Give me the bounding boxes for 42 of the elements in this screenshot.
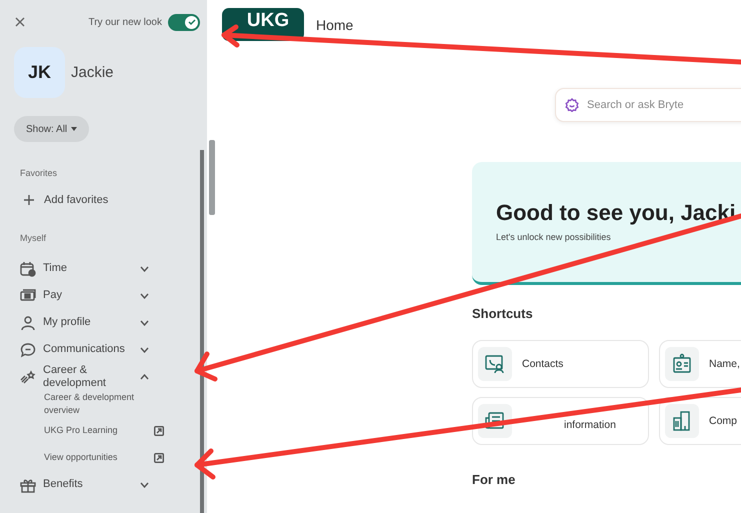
caret-icon (71, 127, 78, 131)
close-icon[interactable] (15, 17, 25, 27)
scrollbar-thumb[interactable] (209, 140, 215, 215)
section-heading: Myself (20, 233, 48, 243)
welcome-subtitle: Let's unlock new possibilities (496, 232, 612, 242)
chat-bubble-icon (20, 342, 36, 358)
cash-icon (20, 288, 36, 304)
nav-item[interactable]: Career & development (14, 363, 182, 390)
scrollbar-thumb[interactable] (200, 150, 204, 513)
add-favorites-link[interactable]: Add favorites (24, 194, 108, 206)
id-badge-icon (671, 353, 693, 375)
toggle-label: Try our new look (88, 16, 162, 28)
nav-item[interactable]: My profile (14, 309, 182, 336)
avatar: JK (14, 47, 65, 98)
section-heading: Favorites (20, 168, 58, 178)
page-title: Home (316, 16, 354, 32)
plus-icon (24, 195, 34, 205)
filter-button[interactable]: Show: All (14, 116, 90, 142)
user-name: Jackie (71, 64, 114, 81)
submenu-item[interactable]: Career & development overview (14, 390, 190, 417)
person-icon (20, 314, 36, 330)
nav-item[interactable]: Time (14, 255, 182, 282)
shortcut-card[interactable]: Contacts (472, 340, 649, 388)
nav-item[interactable]: Benefits (14, 471, 182, 498)
calendar-clock-icon (20, 260, 36, 276)
phone-person-icon (484, 353, 506, 375)
check-icon (188, 18, 196, 26)
nav-item[interactable]: Pay (14, 282, 182, 309)
external-link-icon (154, 452, 164, 462)
external-link-icon (154, 426, 164, 436)
submenu-item[interactable]: UKG Pro Learning (14, 417, 190, 444)
gift-icon (20, 476, 36, 492)
submenu-item[interactable]: View opportunities (14, 444, 190, 471)
toggle-switch[interactable] (168, 14, 200, 30)
shooting-star-icon (20, 368, 36, 384)
section-heading: Shortcuts (472, 306, 534, 321)
shortcut-card[interactable]: information (472, 397, 649, 445)
nav-item[interactable]: Communications (14, 336, 182, 363)
search-field[interactable]: Search or ask Bryte (555, 88, 741, 122)
section-heading: For me (472, 472, 516, 487)
shortcut-card[interactable]: Name, (659, 340, 741, 388)
shortcut-card[interactable]: Comp (659, 397, 741, 445)
